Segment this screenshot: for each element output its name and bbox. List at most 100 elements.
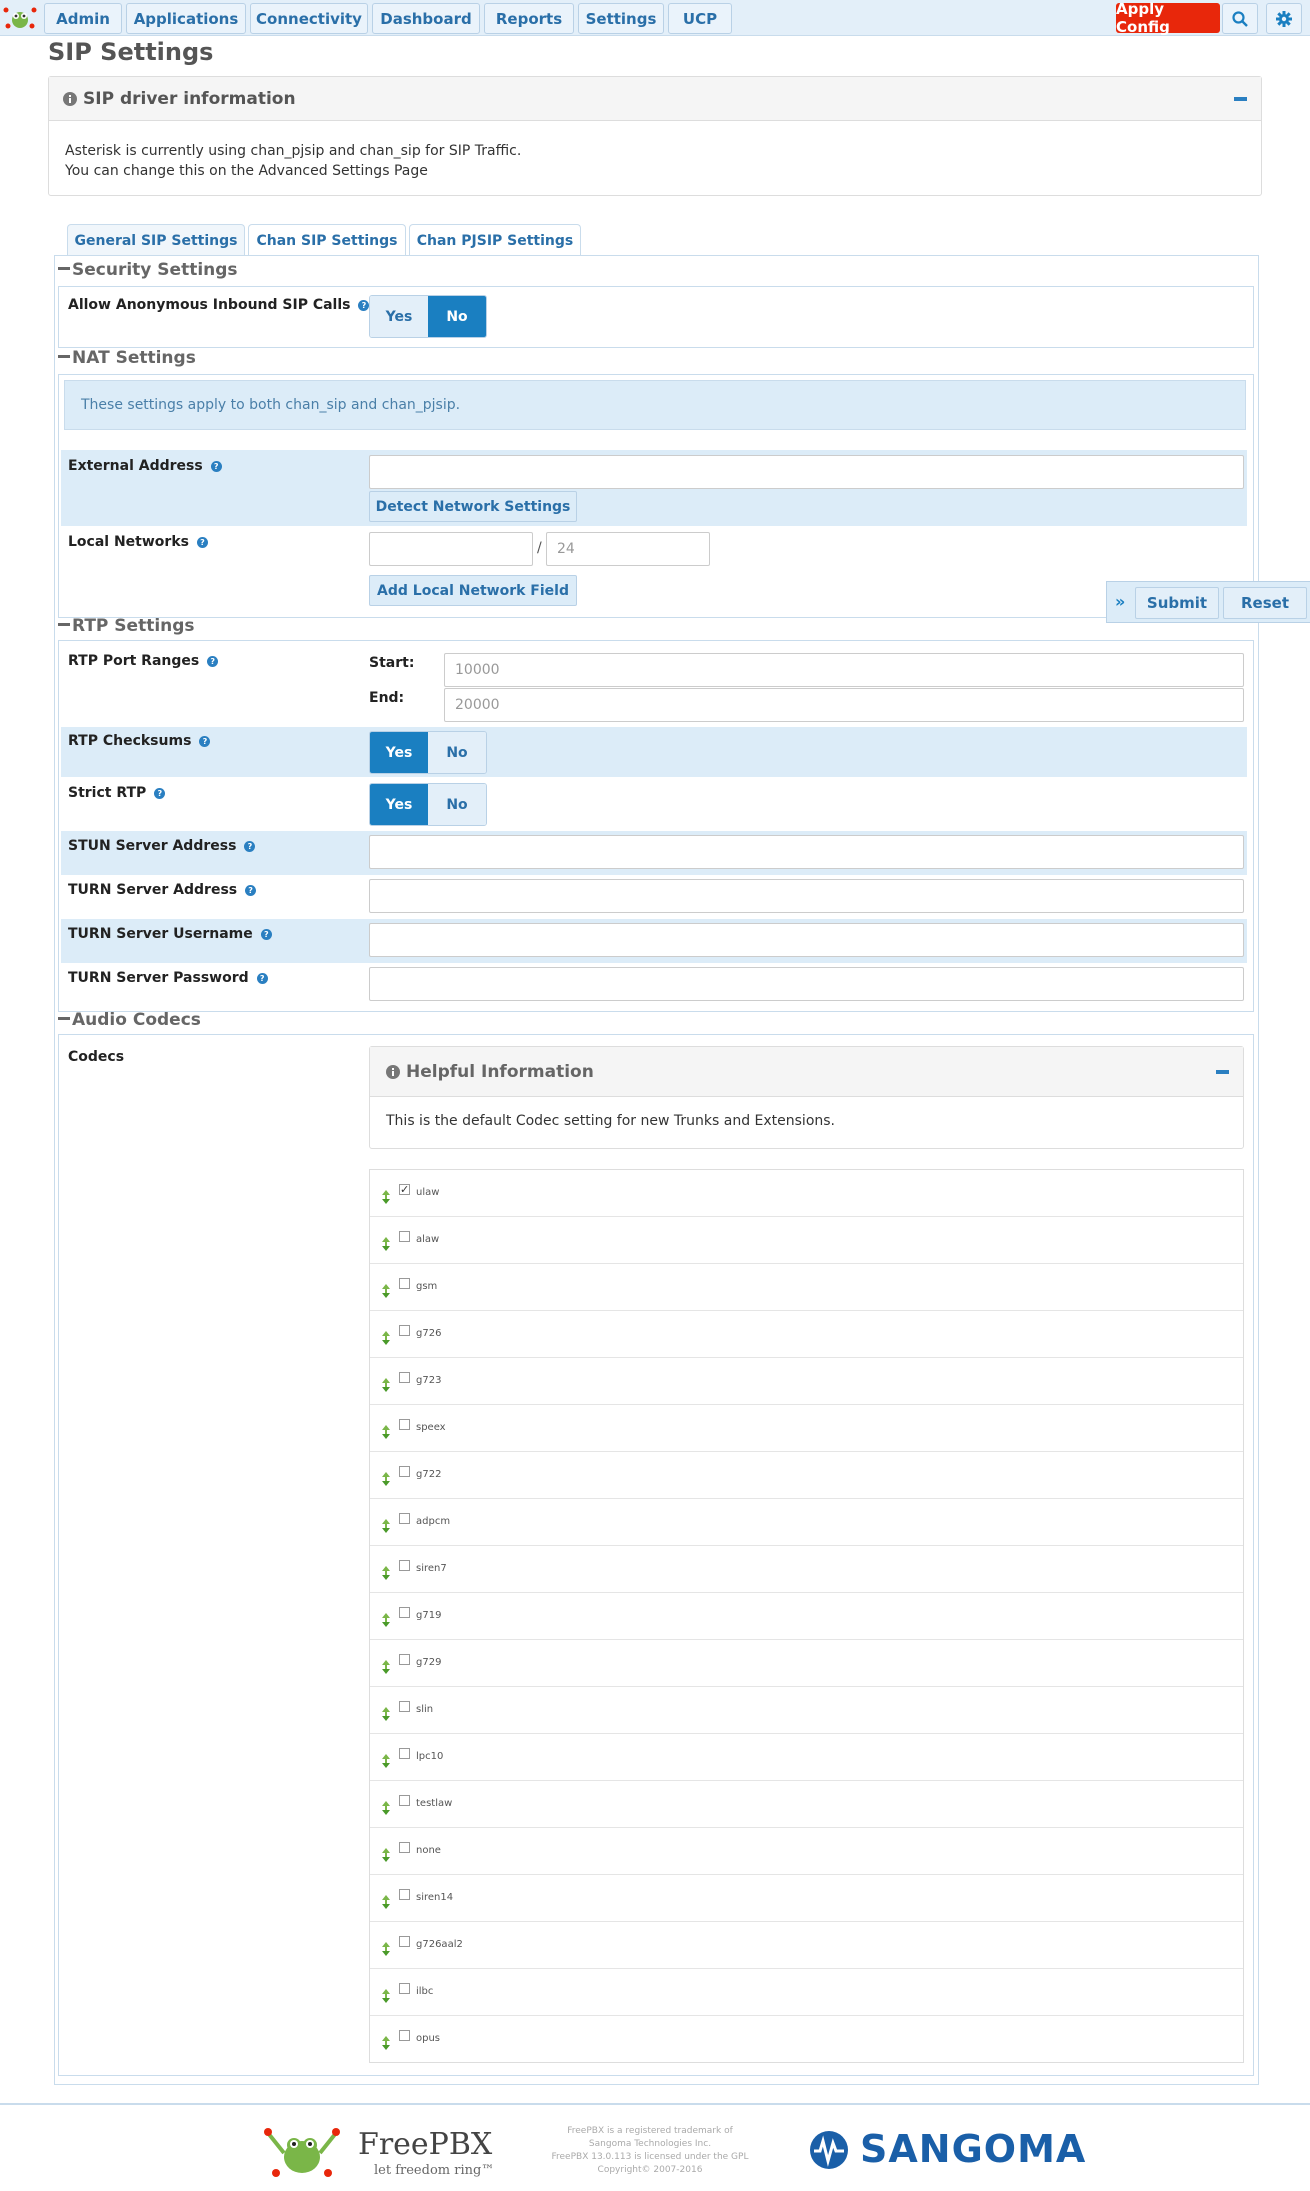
strict-rtp-toggle[interactable]: Yes No xyxy=(369,783,487,826)
nav-reports[interactable]: Reports xyxy=(484,3,574,34)
codec-row[interactable]: lpc10 xyxy=(370,1734,1243,1781)
rtp-end-input[interactable]: 20000 xyxy=(444,688,1244,722)
nav-ucp[interactable]: UCP xyxy=(668,3,732,34)
codec-checkbox[interactable] xyxy=(399,1842,410,1853)
codec-row[interactable]: g722 xyxy=(370,1452,1243,1499)
anon-sip-toggle[interactable]: Yes No xyxy=(369,295,487,338)
codec-checkbox[interactable]: ✓ xyxy=(399,1184,410,1195)
codec-checkbox[interactable] xyxy=(399,1889,410,1900)
codec-checkbox[interactable] xyxy=(399,1748,410,1759)
driver-info-header[interactable]: SIP driver information xyxy=(49,77,1261,121)
stun-input[interactable] xyxy=(369,835,1244,869)
codec-checkbox[interactable] xyxy=(399,1513,410,1524)
nav-admin[interactable]: Admin xyxy=(44,3,122,34)
reorder-arrows-icon[interactable] xyxy=(382,1989,390,2003)
codec-row[interactable]: alaw xyxy=(370,1217,1243,1264)
help-icon[interactable]: ? xyxy=(256,972,268,984)
reorder-arrows-icon[interactable] xyxy=(382,1895,390,1909)
reorder-arrows-icon[interactable] xyxy=(382,1425,390,1439)
help-icon[interactable]: ? xyxy=(210,460,222,472)
reorder-arrows-icon[interactable] xyxy=(382,1519,390,1533)
help-icon[interactable]: ? xyxy=(260,928,272,940)
checksums-yes-option[interactable]: Yes xyxy=(370,732,428,773)
codec-checkbox[interactable] xyxy=(399,1278,410,1289)
nav-settings[interactable]: Settings xyxy=(578,3,664,34)
help-icon[interactable]: ? xyxy=(207,655,219,667)
codec-row[interactable]: testlaw xyxy=(370,1781,1243,1828)
codec-checkbox[interactable] xyxy=(399,1654,410,1665)
reorder-arrows-icon[interactable] xyxy=(382,1707,390,1721)
detect-network-button[interactable]: Detect Network Settings xyxy=(369,491,577,522)
collapse-icon[interactable] xyxy=(1234,96,1247,101)
reorder-arrows-icon[interactable] xyxy=(382,1472,390,1486)
settings-button[interactable] xyxy=(1266,3,1302,34)
collapse-icon[interactable] xyxy=(1216,1069,1229,1074)
codec-checkbox[interactable] xyxy=(399,1607,410,1618)
codec-row[interactable]: none xyxy=(370,1828,1243,1875)
codec-row[interactable]: g719 xyxy=(370,1593,1243,1640)
reorder-arrows-icon[interactable] xyxy=(382,1754,390,1768)
security-section-title[interactable]: Security Settings xyxy=(58,260,238,280)
tab-chan-sip[interactable]: Chan SIP Settings xyxy=(248,224,406,256)
help-icon[interactable]: ? xyxy=(199,735,211,747)
reset-button[interactable]: Reset xyxy=(1223,587,1307,619)
reorder-arrows-icon[interactable] xyxy=(382,1331,390,1345)
codec-row[interactable]: opus xyxy=(370,2016,1243,2063)
rtp-start-input[interactable]: 10000 xyxy=(444,653,1244,687)
local-network-mask-input[interactable]: 24 xyxy=(546,532,710,566)
expand-arrow-icon[interactable]: » xyxy=(1115,592,1125,611)
reorder-arrows-icon[interactable] xyxy=(382,1237,390,1251)
helpful-info-header[interactable]: Helpful Information xyxy=(370,1047,1243,1097)
reorder-arrows-icon[interactable] xyxy=(382,1378,390,1392)
help-icon[interactable]: ? xyxy=(154,787,166,799)
codec-row[interactable]: siren14 xyxy=(370,1875,1243,1922)
reorder-arrows-icon[interactable] xyxy=(382,2036,390,2050)
codec-checkbox[interactable] xyxy=(399,1795,410,1806)
codec-row[interactable]: g729 xyxy=(370,1640,1243,1687)
external-address-input[interactable] xyxy=(369,455,1244,489)
reorder-arrows-icon[interactable] xyxy=(382,1190,390,1204)
codec-checkbox[interactable] xyxy=(399,1419,410,1430)
nav-applications[interactable]: Applications xyxy=(126,3,246,34)
codec-row[interactable]: gsm xyxy=(370,1264,1243,1311)
reorder-arrows-icon[interactable] xyxy=(382,1660,390,1674)
help-icon[interactable]: ? xyxy=(245,884,257,896)
turn-input[interactable] xyxy=(369,879,1244,913)
codec-checkbox[interactable] xyxy=(399,1983,410,1994)
codec-checkbox[interactable] xyxy=(399,1701,410,1712)
codec-row[interactable]: g726 xyxy=(370,1311,1243,1358)
turn-user-input[interactable] xyxy=(369,923,1244,957)
codec-row[interactable]: ilbc xyxy=(370,1969,1243,2016)
codec-checkbox[interactable] xyxy=(399,1325,410,1336)
codec-checkbox[interactable] xyxy=(399,2030,410,2041)
rtp-checksums-toggle[interactable]: Yes No xyxy=(369,731,487,774)
tab-general-sip[interactable]: General SIP Settings xyxy=(67,224,245,256)
codec-checkbox[interactable] xyxy=(399,1231,410,1242)
codec-checkbox[interactable] xyxy=(399,1936,410,1947)
help-icon[interactable]: ? xyxy=(196,536,208,548)
nat-section-title[interactable]: NAT Settings xyxy=(58,348,196,368)
codecs-section-title[interactable]: Audio Codecs xyxy=(58,1010,201,1030)
strict-no-option[interactable]: No xyxy=(428,784,486,825)
codec-row[interactable]: g726aal2 xyxy=(370,1922,1243,1969)
reorder-arrows-icon[interactable] xyxy=(382,1613,390,1627)
turn-pass-input[interactable] xyxy=(369,967,1244,1001)
tab-chan-pjsip[interactable]: Chan PJSIP Settings xyxy=(409,224,581,256)
reorder-arrows-icon[interactable] xyxy=(382,1848,390,1862)
rtp-section-title[interactable]: RTP Settings xyxy=(58,616,195,636)
anon-no-option[interactable]: No xyxy=(428,296,486,337)
codec-row[interactable]: speex xyxy=(370,1405,1243,1452)
apply-config-button[interactable]: Apply Config xyxy=(1116,0,1220,36)
codec-row[interactable]: slin xyxy=(370,1687,1243,1734)
help-icon[interactable]: ? xyxy=(244,840,256,852)
checksums-no-option[interactable]: No xyxy=(428,732,486,773)
codec-row[interactable]: g723 xyxy=(370,1358,1243,1405)
codec-checkbox[interactable] xyxy=(399,1560,410,1571)
reorder-arrows-icon[interactable] xyxy=(382,1801,390,1815)
freepbx-logo-icon[interactable] xyxy=(2,4,38,32)
codec-row[interactable]: siren7 xyxy=(370,1546,1243,1593)
anon-yes-option[interactable]: Yes xyxy=(370,296,428,337)
nav-dashboard[interactable]: Dashboard xyxy=(372,3,480,34)
codec-row[interactable]: adpcm xyxy=(370,1499,1243,1546)
codec-row[interactable]: ✓ ulaw xyxy=(370,1170,1243,1217)
